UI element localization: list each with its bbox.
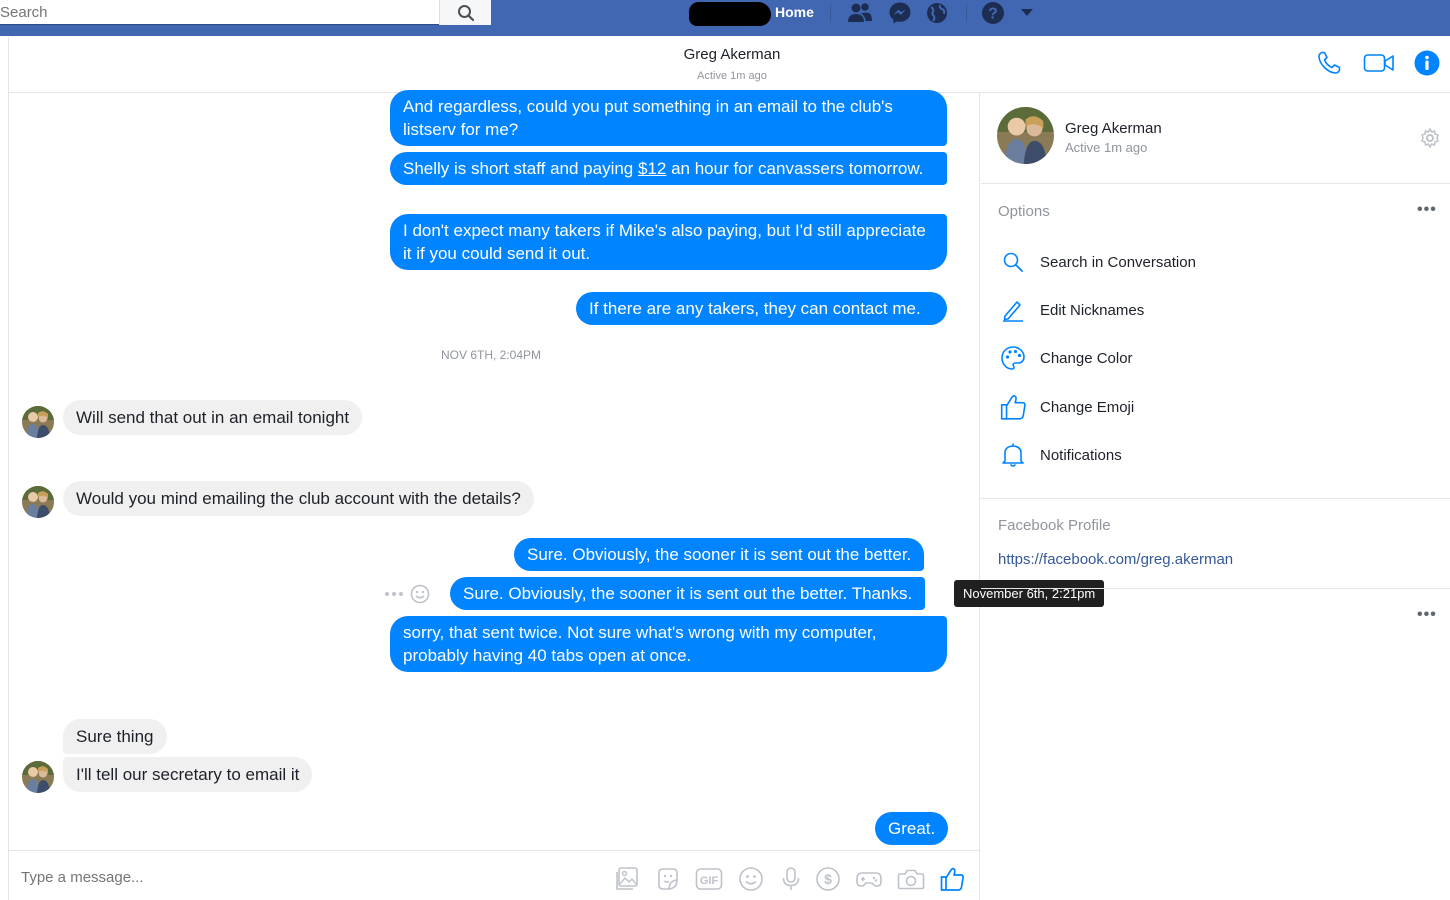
info-icon[interactable] [1413,49,1441,77]
globe-icon[interactable] [924,0,950,25]
search-box [0,0,491,25]
pencil-icon [998,295,1028,325]
home-link[interactable]: Home [775,4,814,20]
outgoing-message[interactable]: And regardless, could you put something … [390,90,947,146]
conversation-header: Greg Akerman Active 1m ago [8,37,1450,93]
friend-requests-icon[interactable] [846,0,874,25]
avatar[interactable] [22,406,54,438]
outgoing-message[interactable]: I don't expect many takers if Mike's als… [390,214,947,270]
outgoing-message[interactable]: Shelly is short staff and paying $12 an … [390,152,947,185]
option-edit-nicknames[interactable]: Edit Nicknames [998,290,1438,330]
phone-icon[interactable] [1315,49,1343,77]
profile-status: Active 1m ago [1065,140,1148,155]
message-composer: GIF $ [8,850,980,900]
svg-text:$: $ [824,871,832,887]
message-thread[interactable]: And regardless, could you put something … [8,90,1105,850]
messenger-icon[interactable] [886,0,914,25]
gif-icon[interactable]: GIF [695,865,723,893]
react-emoji-icon[interactable] [410,584,430,604]
thumbs-up-icon [998,392,1028,422]
option-label: Change Color [1040,349,1133,367]
microphone-icon[interactable] [777,865,805,893]
payment-icon[interactable]: $ [814,865,842,893]
facebook-profile-title: Facebook Profile [998,517,1111,534]
search-input[interactable] [0,0,438,25]
more-options-icon[interactable]: ••• [1417,606,1437,624]
avatar[interactable] [22,486,54,518]
contact-status: Active 1m ago [697,70,767,82]
like-icon[interactable] [938,865,966,893]
divider [966,4,967,22]
top-navigation-bar: Home ? [0,0,1450,36]
outgoing-message[interactable]: Sure. Obviously, the sooner it is sent o… [450,577,926,610]
outgoing-message[interactable]: sorry, that sent twice. Not sure what's … [390,616,947,672]
emoji-icon[interactable] [737,865,765,893]
message-input[interactable] [21,869,581,886]
palette-icon [998,343,1028,373]
option-label: Change Emoji [1040,398,1135,416]
photo-icon[interactable] [613,865,641,893]
caret-down-icon[interactable] [1018,0,1036,25]
options-title: Options [998,203,1050,220]
option-change-emoji[interactable]: Change Emoji [998,387,1438,427]
game-icon[interactable] [855,865,883,893]
option-search-in-conversation[interactable]: Search in Conversation [998,242,1438,282]
message-text: Shelly is short staff and paying [403,159,638,178]
camera-icon[interactable] [897,865,925,893]
option-label: Edit Nicknames [1040,301,1145,319]
contact-name[interactable]: Greg Akerman [9,46,1450,63]
divider [830,4,831,22]
sticker-icon[interactable] [654,865,682,893]
svg-text:?: ? [988,5,998,22]
options-more-icon[interactable]: ••• [1417,201,1437,219]
message-text: an hour for canvassers tomorrow. [666,159,924,178]
outgoing-message[interactable]: Sure. Obviously, the sooner it is sent o… [514,538,925,571]
incoming-message[interactable]: Will send that out in an email tonight [63,400,363,435]
outgoing-message[interactable]: Great. [875,812,949,845]
redacted-profile-name [689,2,771,26]
search-button[interactable] [439,0,491,25]
bell-icon [998,440,1028,470]
incoming-message[interactable]: Would you mind emailing the club account… [63,481,534,516]
profile-avatar[interactable] [997,107,1054,164]
message-actions [384,584,430,604]
help-icon[interactable]: ? [980,0,1006,25]
more-icon[interactable] [384,591,404,597]
incoming-message[interactable]: Sure thing [63,719,167,754]
message-timestamp: NOV 6TH, 2:04PM [441,348,542,362]
profile-name[interactable]: Greg Akerman [1065,120,1162,137]
option-label: Search in Conversation [1040,253,1196,271]
facebook-profile-link[interactable]: https://facebook.com/greg.akerman [998,551,1233,568]
conversation-info-panel: Greg Akerman Active 1m ago Options ••• S… [981,93,1450,900]
divider [981,498,1450,499]
gif-text: GIF [700,875,719,887]
avatar[interactable] [22,761,54,793]
option-label: Notifications [1040,446,1122,464]
video-icon[interactable] [1363,49,1395,77]
search-icon [998,247,1028,277]
divider [981,588,1450,589]
gear-icon[interactable] [1420,127,1440,153]
price-link[interactable]: $12 [638,159,666,178]
incoming-message[interactable]: I'll tell our secretary to email it [63,757,313,792]
option-change-color[interactable]: Change Color [998,338,1438,378]
search-icon [457,4,474,21]
option-notifications[interactable]: Notifications [998,435,1438,475]
profile-summary: Greg Akerman Active 1m ago [981,93,1450,184]
outgoing-message[interactable]: If there are any takers, they can contac… [576,292,947,325]
